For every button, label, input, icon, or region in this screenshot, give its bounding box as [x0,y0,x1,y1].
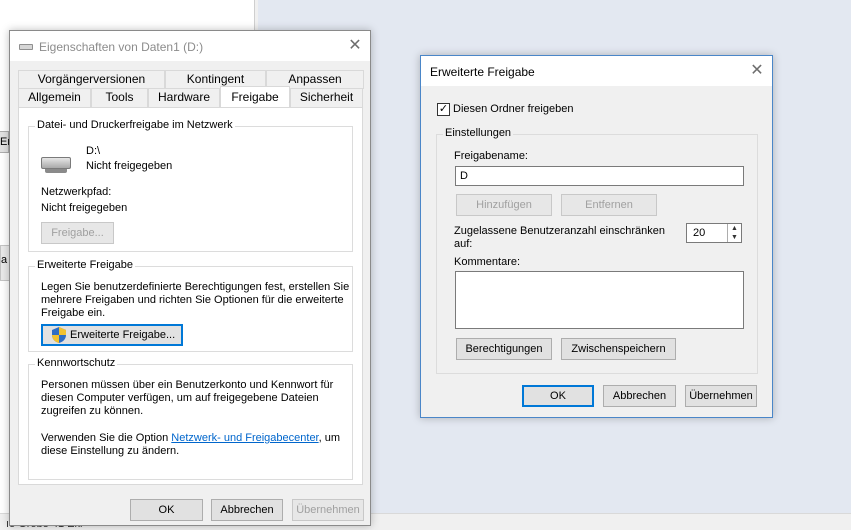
comments-field[interactable] [455,271,744,329]
settings-group-title: Einstellungen [443,127,514,139]
tab-freigabe[interactable]: Freigabe [220,86,290,107]
user-limit-stepper[interactable]: 20 ▲ ▼ [686,223,742,243]
tab-row-top: Vorgängerversionen Kontingent Anpassen [18,70,364,89]
properties-cancel-button[interactable]: Abbrechen [211,499,283,521]
password-text-4-suffix: , um [318,432,341,444]
close-icon[interactable]: ✕ [346,37,364,55]
properties-apply-button[interactable]: Übernehmen [292,499,364,521]
drive-icon [19,44,33,50]
password-text-1: Personen müssen über ein Benutzerkonto u… [41,379,334,391]
password-text-4-prefix: Verwenden Sie die Option [41,432,172,444]
network-sharing-center-link[interactable]: Netzwerk- und Freigabecenter [171,432,318,444]
sharing-tab-panel: Datei- und Druckerfreigabe im Netzwerk D… [18,107,363,485]
advanced-sharing-desc-2: mehrere Freigaben und richten Sie Option… [41,294,344,306]
add-button[interactable]: Hinzufügen [456,194,552,216]
background-scroll-label: a [1,254,8,266]
spin-down-icon[interactable]: ▼ [728,233,741,242]
hard-drive-icon [41,157,71,173]
advanced-sharing-button-label: Erweiterte Freigabe... [70,329,176,341]
advanced-apply-button[interactable]: Übernehmen [685,385,757,407]
advanced-sharing-desc-3: Freigabe ein. [41,307,106,319]
advanced-sharing-group: Erweiterte Freigabe Legen Sie benutzerde… [28,259,353,352]
comments-label: Kommentare: [454,256,521,268]
share-status: Nicht freigegeben [86,160,173,172]
tab-tools[interactable]: Tools [91,88,148,107]
tab-sicherheit[interactable]: Sicherheit [290,88,363,107]
tab-vorgaengerversionen[interactable]: Vorgängerversionen [18,70,165,89]
file-sharing-group-title: Datei- und Druckerfreigabe im Netzwerk [35,119,235,131]
password-text-4: Verwenden Sie die Option Netzwerk- und F… [41,432,340,445]
share-name-label: Freigabename: [454,150,528,162]
user-limit-value: 20 [693,227,706,239]
uac-shield-icon [52,327,66,343]
properties-dialog: Eigenschaften von Daten1 (D:) ✕ Vorgänge… [9,30,371,526]
properties-ok-button[interactable]: OK [130,499,203,521]
advanced-close-icon[interactable]: ✕ [748,62,766,80]
advanced-ok-button[interactable]: OK [522,385,594,407]
tab-allgemein[interactable]: Allgemein [18,88,91,107]
advanced-title: Erweiterte Freigabe [430,65,535,79]
password-protection-group: Kennwortschutz Personen müssen über ein … [28,357,353,480]
tab-row-bottom: Allgemein Tools Hardware Freigabe Sicher… [18,86,363,107]
advanced-sharing-button[interactable]: Erweiterte Freigabe... [41,324,183,346]
advanced-titlebar[interactable]: Erweiterte Freigabe ✕ [421,56,772,86]
file-sharing-group: Datei- und Druckerfreigabe im Netzwerk D… [28,119,353,252]
share-folder-label[interactable]: Diesen Ordner freigeben [453,103,573,116]
advanced-cancel-button[interactable]: Abbrechen [603,385,676,407]
user-limit-label-1: Zugelassene Benutzeranzahl einschränken [454,225,665,237]
advanced-sharing-desc-1: Legen Sie benutzerdefinierte Berechtigun… [41,281,350,293]
advanced-sharing-dialog: Erweiterte Freigabe ✕ ✓ Diesen Ordner fr… [420,55,773,418]
properties-title: Eigenschaften von Daten1 (D:) [39,40,204,54]
permissions-button[interactable]: Berechtigungen [456,338,552,360]
password-text-5: diese Einstellung zu ändern. [41,445,180,457]
advanced-sharing-group-title: Erweiterte Freigabe [35,259,135,271]
password-protection-group-title: Kennwortschutz [35,357,118,369]
remove-button[interactable]: Entfernen [561,194,657,216]
properties-titlebar[interactable]: Eigenschaften von Daten1 (D:) ✕ [10,31,370,61]
share-folder-checkbox[interactable]: ✓ [437,103,450,116]
tab-hardware[interactable]: Hardware [148,88,220,107]
user-limit-spinner: ▲ ▼ [727,224,741,242]
network-path-value: Nicht freigegeben [41,202,128,214]
drive-path: D:\ [86,145,101,157]
caching-button[interactable]: Zwischenspeichern [561,338,676,360]
share-name-field[interactable]: D [455,166,744,186]
settings-group: Einstellungen Freigabename: D Hinzufügen… [436,127,758,374]
share-button[interactable]: Freigabe... [41,222,114,244]
background-button[interactable]: Er [0,131,11,153]
password-text-3: zugreifen zu können. [41,405,144,417]
user-limit-label-2: auf: [454,238,473,250]
network-path-label: Netzwerkpfad: [41,186,112,198]
spin-up-icon[interactable]: ▲ [728,224,741,233]
password-text-2: diesen Computer verfügen, um auf freigeg… [41,392,319,404]
